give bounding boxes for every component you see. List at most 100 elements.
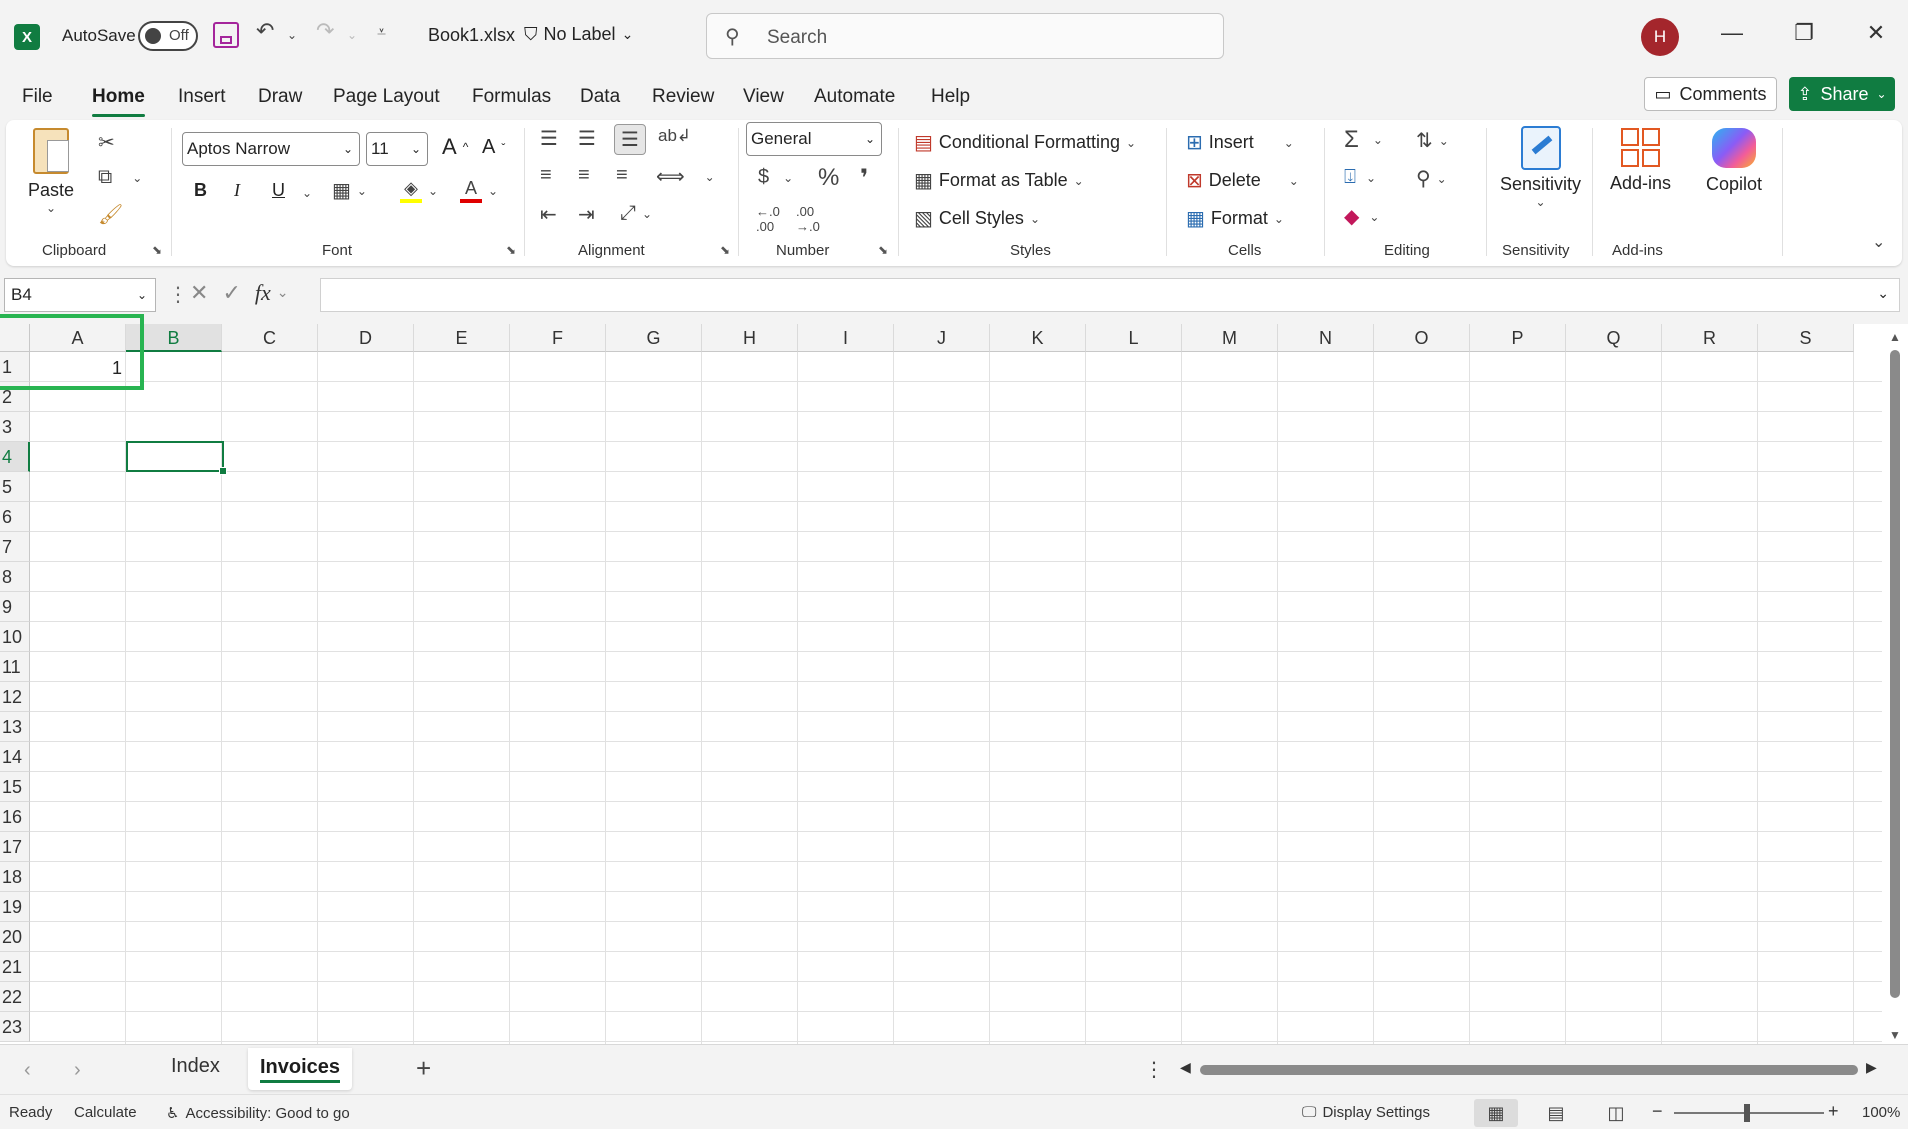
increase-indent-button[interactable]: ⇥ bbox=[578, 202, 595, 227]
scroll-right-icon[interactable]: ▶ bbox=[1866, 1059, 1877, 1076]
decrease-indent-button[interactable]: ⇤ bbox=[540, 202, 557, 227]
display-settings-button[interactable]: 🖵 Display Settings bbox=[1302, 1104, 1430, 1121]
tab-insert[interactable]: Insert bbox=[178, 86, 226, 108]
row-header-9[interactable]: 9 bbox=[0, 592, 30, 622]
horizontal-scroll-thumb[interactable] bbox=[1200, 1065, 1858, 1075]
scroll-down-icon[interactable]: ▼ bbox=[1889, 1028, 1901, 1042]
column-header-e[interactable]: E bbox=[414, 324, 510, 352]
addins-button[interactable]: Add-ins bbox=[1610, 128, 1671, 194]
active-cell-b4[interactable] bbox=[126, 441, 227, 475]
more-options-icon[interactable]: ⋮ bbox=[168, 282, 188, 307]
fill-color-button[interactable]: ◈ ⌄ bbox=[400, 178, 438, 203]
column-header-h[interactable]: H bbox=[702, 324, 798, 352]
column-header-l[interactable]: L bbox=[1086, 324, 1182, 352]
format-painter-button[interactable]: 🖌 bbox=[98, 202, 123, 227]
tab-view[interactable]: View bbox=[743, 86, 784, 108]
increase-font-size-icon[interactable]: A ^ bbox=[442, 134, 468, 160]
zoom-slider-thumb[interactable] bbox=[1744, 1104, 1750, 1122]
cell-styles-button[interactable]: ▧ Cell Styles ⌄ bbox=[914, 206, 1040, 231]
clear-button[interactable]: ◆ ⌄ bbox=[1344, 204, 1379, 229]
column-header-n[interactable]: N bbox=[1278, 324, 1374, 352]
sensitivity-button[interactable]: Sensitivity ⌄ bbox=[1500, 126, 1581, 209]
underline-button[interactable]: U bbox=[272, 180, 285, 201]
minimize-icon[interactable]: — bbox=[1717, 20, 1747, 46]
scroll-left-icon[interactable]: ◀ bbox=[1180, 1059, 1191, 1076]
column-header-r[interactable]: R bbox=[1662, 324, 1758, 352]
row-header-13[interactable]: 13 bbox=[0, 712, 30, 742]
column-header-d[interactable]: D bbox=[318, 324, 414, 352]
italic-button[interactable]: I bbox=[234, 180, 240, 201]
column-header-g[interactable]: G bbox=[606, 324, 702, 352]
font-color-button[interactable]: A ⌄ bbox=[460, 178, 498, 203]
search-input[interactable]: ⚲ Search bbox=[706, 13, 1224, 59]
align-right-button[interactable]: ≡ bbox=[616, 164, 628, 187]
prev-sheet-icon[interactable]: ‹ bbox=[24, 1059, 31, 1082]
file-name[interactable]: Book1.xlsx bbox=[428, 25, 515, 46]
close-icon[interactable]: ✕ bbox=[1861, 20, 1891, 46]
redo-dropdown-icon[interactable]: ⌄ bbox=[347, 28, 357, 42]
undo-icon[interactable]: ↶ bbox=[256, 18, 274, 44]
chevron-down-icon[interactable]: ⌄ bbox=[277, 284, 289, 306]
copy-button[interactable]: ⧉ ⌄ bbox=[98, 166, 142, 189]
align-left-button[interactable]: ≡ bbox=[540, 164, 552, 187]
avatar[interactable]: H bbox=[1641, 18, 1679, 56]
alignment-launcher-icon[interactable]: ⬊ bbox=[720, 243, 730, 257]
tab-automate[interactable]: Automate bbox=[814, 86, 895, 108]
formula-input[interactable]: ⌄ bbox=[320, 278, 1900, 312]
number-launcher-icon[interactable]: ⬊ bbox=[878, 243, 888, 257]
sheet-options-icon[interactable]: ⋮ bbox=[1144, 1057, 1164, 1082]
redo-icon[interactable]: ↷ bbox=[316, 18, 334, 44]
tab-help[interactable]: Help bbox=[931, 86, 970, 108]
insert-cells-button[interactable]: ⊞ Insert ⌄ bbox=[1186, 130, 1294, 155]
zoom-in-button[interactable]: + bbox=[1828, 1101, 1839, 1122]
tab-data[interactable]: Data bbox=[580, 86, 620, 108]
expand-formula-icon[interactable]: ⌄ bbox=[1877, 285, 1889, 302]
normal-view-button[interactable]: ▦ bbox=[1474, 1099, 1518, 1127]
page-break-view-button[interactable]: ◫ bbox=[1594, 1099, 1638, 1127]
column-header-i[interactable]: I bbox=[798, 324, 894, 352]
tab-file[interactable]: File bbox=[22, 86, 53, 108]
column-header-p[interactable]: P bbox=[1470, 324, 1566, 352]
tab-home[interactable]: Home bbox=[92, 86, 145, 117]
percent-format-button[interactable]: % bbox=[818, 164, 839, 192]
restore-icon[interactable]: ❐ bbox=[1789, 20, 1819, 46]
undo-dropdown-icon[interactable]: ⌄ bbox=[287, 28, 297, 42]
customize-qat-icon[interactable]: ⩡ bbox=[377, 24, 386, 42]
align-center-button[interactable]: ≡ bbox=[578, 164, 590, 187]
borders-button[interactable]: ▦ ⌄ bbox=[332, 178, 367, 203]
cancel-icon[interactable]: ✕ bbox=[190, 280, 208, 306]
row-header-17[interactable]: 17 bbox=[0, 832, 30, 862]
column-header-m[interactable]: M bbox=[1182, 324, 1278, 352]
tab-page-layout[interactable]: Page Layout bbox=[333, 86, 440, 108]
column-header-q[interactable]: Q bbox=[1566, 324, 1662, 352]
save-icon[interactable] bbox=[213, 22, 239, 48]
row-header-4[interactable]: 4 bbox=[0, 442, 30, 472]
currency-format-button[interactable]: $ ⌄ bbox=[758, 166, 793, 189]
row-header-11[interactable]: 11 bbox=[0, 652, 30, 682]
find-select-button[interactable]: ⚲ ⌄ bbox=[1416, 166, 1447, 191]
column-header-f[interactable]: F bbox=[510, 324, 606, 352]
row-header-3[interactable]: 3 bbox=[0, 412, 30, 442]
row-header-23[interactable]: 23 bbox=[0, 1012, 30, 1042]
row-header-10[interactable]: 10 bbox=[0, 622, 30, 652]
bold-button[interactable]: B bbox=[194, 180, 207, 201]
share-button[interactable]: ⇪ Share ⌄ bbox=[1789, 77, 1895, 111]
name-box[interactable]: B4 ⌄ bbox=[4, 278, 156, 312]
column-header-c[interactable]: C bbox=[222, 324, 318, 352]
zoom-level[interactable]: 100% bbox=[1862, 1104, 1900, 1121]
vertical-scroll-thumb[interactable] bbox=[1890, 350, 1900, 998]
vertical-scrollbar[interactable]: ▲ ▼ bbox=[1882, 324, 1908, 1044]
font-launcher-icon[interactable]: ⬊ bbox=[506, 243, 516, 257]
increase-decimal-button[interactable]: ←.0.00 bbox=[756, 204, 780, 234]
tab-review[interactable]: Review bbox=[652, 86, 714, 108]
clipboard-launcher-icon[interactable]: ⬊ bbox=[152, 243, 162, 257]
enter-icon[interactable]: ✓ bbox=[222, 280, 240, 306]
middle-align-button[interactable]: ☰ bbox=[578, 126, 596, 151]
copilot-button[interactable]: Copilot bbox=[1706, 128, 1762, 195]
row-header-15[interactable]: 15 bbox=[0, 772, 30, 802]
row-header-7[interactable]: 7 bbox=[0, 532, 30, 562]
sensitivity-label-button[interactable]: ⛉ No Label ⌄ bbox=[524, 24, 633, 45]
sheet-tab-invoices[interactable]: Invoices bbox=[248, 1048, 353, 1090]
sort-filter-button[interactable]: ⇅ ⌄ bbox=[1416, 128, 1449, 153]
underline-dropdown[interactable]: ⌄ bbox=[302, 186, 312, 200]
